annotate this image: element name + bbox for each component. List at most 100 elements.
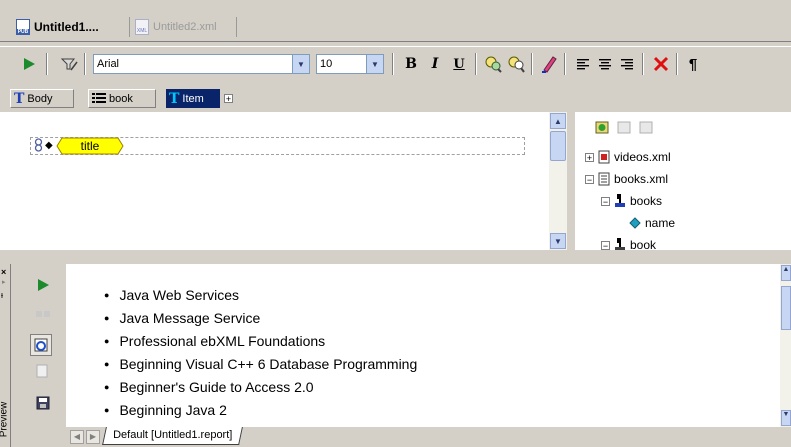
tree-node-name[interactable]: name — [629, 216, 675, 230]
item-anchor: ◆ — [34, 138, 53, 152]
list-item: Beginning Java 2 — [104, 399, 417, 422]
pin-icon[interactable]: ᵻ — [1, 290, 3, 300]
collapse-icon[interactable]: − — [601, 196, 610, 206]
doc-tab-label: Untitled2.xml — [153, 21, 217, 33]
scroll-up-arrow-icon[interactable]: ▲ — [781, 265, 791, 281]
close-icon — [653, 56, 669, 72]
tree-node-books-xml[interactable]: − books.xml — [585, 172, 668, 186]
doc-tab-untitled2[interactable]: Untitled2.xml — [135, 17, 217, 37]
find-button[interactable] — [482, 53, 504, 75]
align-center-button[interactable] — [594, 53, 616, 75]
tab-divider — [236, 17, 237, 37]
crumb-item[interactable]: T Item — [166, 89, 220, 108]
font-family-value: Arial — [97, 58, 120, 70]
chevron-down-icon[interactable]: ▼ — [366, 55, 383, 73]
remove-source-icon[interactable] — [617, 120, 631, 134]
expand-crumb-button[interactable]: + — [224, 94, 233, 104]
pane-splitter[interactable] — [0, 250, 791, 265]
element-icon — [615, 194, 625, 207]
align-center-icon — [599, 59, 611, 70]
plus-icon: + — [224, 94, 233, 104]
scroll-thumb[interactable] — [550, 131, 566, 161]
divider — [0, 41, 791, 42]
delete-button[interactable] — [650, 53, 672, 75]
filter-button[interactable] — [58, 53, 80, 75]
dock-arrow-icon[interactable]: ▸ — [2, 278, 6, 286]
preview-run-button[interactable] — [36, 278, 50, 295]
page-icon — [36, 364, 48, 378]
refresh-source-icon[interactable] — [639, 120, 653, 134]
bullet-handle-icon — [34, 138, 43, 152]
tree-node-books[interactable]: − books — [601, 194, 662, 208]
scroll-up-arrow-icon[interactable]: ▲ — [550, 113, 566, 129]
tree-label: book — [630, 238, 657, 250]
document-tab-strip: Untitled1.... Untitled2.xml — [0, 0, 791, 42]
stop-button[interactable] — [36, 308, 50, 323]
run-button[interactable] — [18, 53, 40, 75]
tab-scroll-right-icon[interactable]: ▶ — [86, 430, 100, 444]
xml-panel-toolbar — [595, 120, 653, 134]
element-breadcrumb: T Body book T Item + — [0, 86, 791, 110]
font-family-select[interactable]: Arial ▼ — [93, 54, 310, 74]
align-right-icon — [621, 59, 633, 70]
toolbar-separator — [531, 53, 533, 75]
divider — [10, 264, 11, 447]
list-item: Java Message Service — [104, 307, 417, 330]
xml-file-icon — [135, 19, 149, 35]
list-item: Beginner's Guide to Access 2.0 — [104, 376, 417, 399]
xml-source-panel: + videos.xml − books.xml − books name − — [567, 112, 791, 250]
book-title-list: Java Web Services Java Message Service P… — [104, 284, 417, 422]
replace-button[interactable] — [505, 53, 527, 75]
scroll-down-arrow-icon[interactable]: ▼ — [550, 233, 566, 249]
page-view-button[interactable] — [36, 364, 48, 381]
tab-scroll-left-icon[interactable]: ◀ — [70, 430, 84, 444]
doc-tab-untitled1[interactable]: Untitled1.... — [16, 17, 99, 37]
tree-label: videos.xml — [614, 150, 671, 164]
title-field-tag[interactable]: title — [56, 137, 124, 155]
highlight-button[interactable] — [538, 53, 560, 75]
crumb-body[interactable]: T Body — [10, 89, 74, 108]
marker-icon — [542, 56, 557, 73]
toolbar-separator — [46, 53, 48, 75]
save-preview-button[interactable] — [36, 396, 50, 413]
scroll-thumb[interactable] — [781, 286, 791, 330]
collapse-icon[interactable]: − — [601, 240, 610, 250]
align-left-button[interactable] — [572, 53, 594, 75]
play-icon — [38, 279, 49, 291]
expand-icon[interactable]: + — [585, 152, 594, 162]
crumb-book[interactable]: book — [88, 89, 156, 108]
scroll-down-arrow-icon[interactable]: ▼ — [781, 410, 791, 426]
paragraph-marks-button[interactable]: ¶ — [682, 53, 704, 75]
tab-default-report[interactable]: Default [Untitled1.report] — [102, 427, 244, 445]
italic-button[interactable]: I — [424, 53, 446, 75]
bold-button[interactable]: B — [400, 53, 422, 75]
report-editor[interactable]: ◆ title — [0, 112, 549, 250]
list-item: Professional ebXML Foundations — [104, 330, 417, 353]
font-size-select[interactable]: 10 ▼ — [316, 54, 384, 74]
font-size-value: 10 — [320, 58, 333, 70]
add-source-icon[interactable] — [595, 120, 609, 134]
chevron-down-icon[interactable]: ▼ — [292, 55, 309, 73]
crumb-label: Item — [182, 92, 204, 105]
toolbar-separator — [392, 53, 394, 75]
format-toolbar: Arial ▼ 10 ▼ B I U ¶ — [0, 46, 791, 81]
pilcrow-icon: ¶ — [688, 55, 698, 73]
tree-label: books — [630, 194, 663, 208]
play-icon — [24, 58, 35, 70]
tree-node-book[interactable]: − book — [601, 238, 656, 250]
stop-icon — [36, 311, 50, 317]
tree-node-videos[interactable]: + videos.xml — [585, 150, 671, 164]
preview-document[interactable]: Java Web Services Java Message Service P… — [66, 264, 780, 427]
collapse-icon[interactable]: − — [585, 174, 594, 184]
bullet-icon: ◆ — [45, 139, 53, 151]
xml-doc-icon — [598, 150, 610, 164]
element-icon — [615, 238, 625, 250]
browser-view-button[interactable] — [30, 334, 52, 356]
editor-scrollbar[interactable]: ▲ ▼ — [549, 112, 567, 250]
preview-toolbar — [8, 264, 66, 447]
underline-button[interactable]: U — [448, 53, 470, 75]
close-icon[interactable]: × — [1, 267, 6, 277]
align-right-button[interactable] — [616, 53, 638, 75]
text-T-icon: T — [169, 90, 180, 107]
preview-scrollbar[interactable]: ▲ ▼ — [780, 264, 791, 427]
